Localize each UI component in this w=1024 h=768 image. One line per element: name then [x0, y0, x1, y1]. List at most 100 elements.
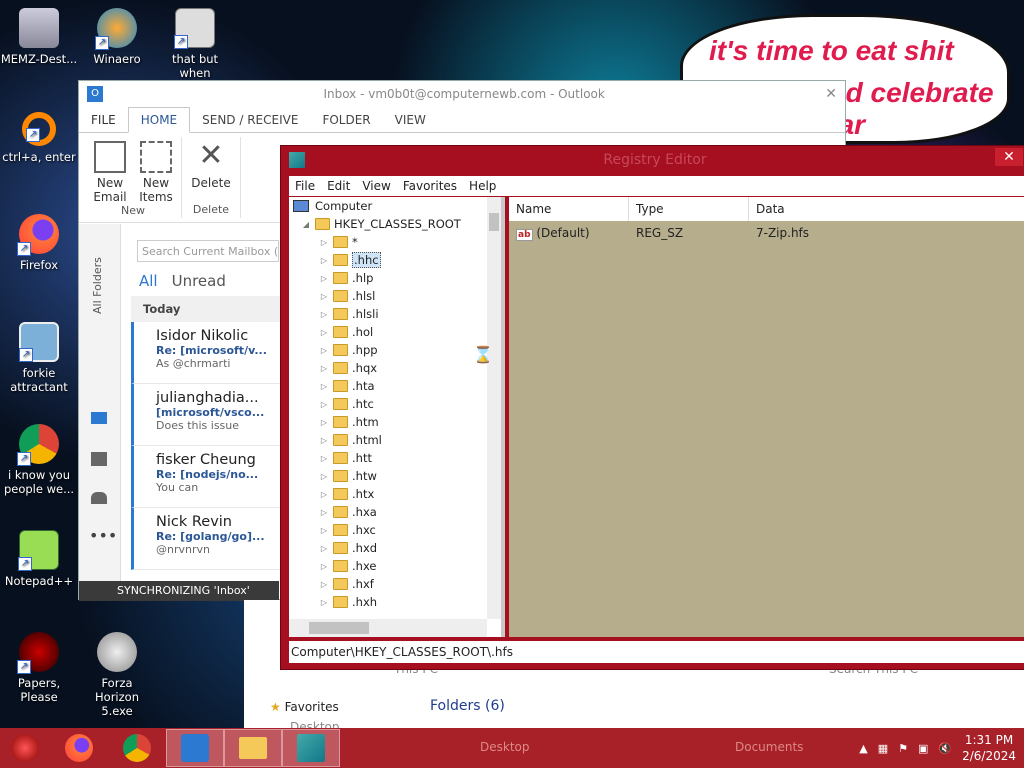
vertical-scrollbar[interactable] [487, 197, 501, 619]
desktop-icon-papers-please[interactable]: ↗ Papers, Please [0, 632, 78, 704]
menu-view[interactable]: View [356, 176, 396, 196]
tree-key[interactable]: ▷ .htw [289, 467, 501, 485]
col-data[interactable]: Data [749, 197, 1024, 221]
delete-button[interactable]: ✕ Delete [186, 137, 236, 203]
people-icon[interactable] [91, 492, 107, 504]
close-icon[interactable]: ✕ [825, 86, 837, 102]
expand-icon[interactable]: ▷ [319, 436, 329, 445]
tree-hive[interactable]: ◢ HKEY_CLASSES_ROOT [289, 215, 501, 233]
tree-key[interactable]: ▷ .hxa [289, 503, 501, 521]
new-email-button[interactable]: New Email [89, 137, 131, 204]
more-icon[interactable]: ••• [89, 526, 117, 545]
expand-icon[interactable]: ▷ [319, 364, 329, 373]
tab-send-receive[interactable]: SEND / RECEIVE [190, 107, 310, 132]
mail-icon[interactable] [91, 412, 107, 424]
value-row[interactable]: ab (Default) REG_SZ 7-Zip.hfs [509, 221, 1024, 241]
expand-icon[interactable]: ▷ [319, 490, 329, 499]
collapse-icon[interactable]: ◢ [301, 220, 311, 229]
desktop-icon-notepad-plus[interactable]: ↗ Notepad++ [0, 530, 78, 588]
expand-icon[interactable]: ▷ [319, 238, 329, 247]
tree-key[interactable]: ▷ .htc [289, 395, 501, 413]
tree-key[interactable]: ▷ .hol [289, 323, 501, 341]
tree-key[interactable]: ▷ .hxf [289, 575, 501, 593]
mail-item[interactable]: julianghadia... [microsoft/vsco... Does … [131, 384, 281, 446]
taskbar-firefox[interactable] [50, 729, 108, 767]
expand-icon[interactable]: ▷ [319, 562, 329, 571]
desktop-icon-i-know-you[interactable]: ↗ i know you people we... [0, 424, 78, 496]
action-center-icon[interactable]: ⚑ [898, 742, 908, 755]
desktop-icon-winaero[interactable]: ↗ Winaero [78, 8, 156, 66]
expand-icon[interactable]: ▷ [319, 346, 329, 355]
registry-tree[interactable]: Computer ◢ HKEY_CLASSES_ROOT ▷ * ▷ .hhc ▷ .hl… [289, 197, 505, 637]
tab-view[interactable]: VIEW [383, 107, 438, 132]
filter-unread[interactable]: Unread [172, 272, 226, 290]
start-button[interactable] [0, 729, 50, 767]
values-pane[interactable]: Name Type Data ab (Default) REG_SZ 7-Zip… [473, 197, 1024, 637]
desktop-icon-that-but-when[interactable]: ↗ that but when [156, 8, 234, 80]
tree-key[interactable]: ▷ .html [289, 431, 501, 449]
group-header-today[interactable]: Today [131, 296, 281, 322]
taskbar-regedit[interactable] [282, 729, 340, 767]
menu-favorites[interactable]: Favorites [397, 176, 463, 196]
col-type[interactable]: Type [629, 197, 749, 221]
show-hidden-icons-icon[interactable]: ▲ [859, 742, 867, 755]
tree-key[interactable]: ▷ .hpp [289, 341, 501, 359]
expand-icon[interactable]: ▷ [319, 598, 329, 607]
filter-all[interactable]: All [139, 272, 158, 290]
desktop-icon-forkie[interactable]: ↗ forkie attractant [0, 322, 78, 394]
tree-key[interactable]: ▷ .hhc [289, 251, 501, 269]
expand-icon[interactable]: ▷ [319, 526, 329, 535]
menu-help[interactable]: Help [463, 176, 502, 196]
tree-key[interactable]: ▷ .hlsli [289, 305, 501, 323]
expand-icon[interactable]: ▷ [319, 472, 329, 481]
taskbar-explorer[interactable] [224, 729, 282, 767]
taskbar-chrome[interactable] [108, 729, 166, 767]
col-name[interactable]: Name [509, 197, 629, 221]
search-input[interactable]: Search Current Mailbox (Ct [137, 240, 279, 262]
menu-file[interactable]: File [289, 176, 321, 196]
tab-home[interactable]: HOME [127, 107, 191, 133]
expand-icon[interactable]: ▷ [319, 382, 329, 391]
expand-icon[interactable]: ▷ [319, 274, 329, 283]
clock[interactable]: 1:31 PM 2/6/2024 [962, 732, 1016, 764]
tree-key[interactable]: ▷ .htm [289, 413, 501, 431]
taskbar-outlook[interactable] [166, 729, 224, 767]
mail-item[interactable]: fisker Cheung Re: [nodejs/no... You can [131, 446, 281, 508]
tree-key[interactable]: ▷ .hxe [289, 557, 501, 575]
new-items-button[interactable]: New Items [135, 137, 177, 204]
desktop-icon-firefox[interactable]: ↗ Firefox [0, 214, 78, 272]
network-icon[interactable]: ▦ [878, 742, 888, 755]
tree-key[interactable]: ▷ .htx [289, 485, 501, 503]
calendar-icon[interactable] [91, 452, 107, 466]
expand-icon[interactable]: ▷ [319, 292, 329, 301]
all-folders-label[interactable]: All Folders [91, 244, 104, 314]
expand-icon[interactable]: ▷ [319, 256, 329, 265]
registry-editor-window[interactable]: Registry Editor ✕ File Edit View Favorit… [280, 145, 1024, 670]
expand-icon[interactable]: ▷ [319, 580, 329, 589]
expand-icon[interactable]: ▷ [319, 544, 329, 553]
desktop-icon-forza[interactable]: Forza Horizon 5.exe [78, 632, 156, 718]
expand-icon[interactable]: ▷ [319, 418, 329, 427]
mail-item[interactable]: Nick Revin Re: [golang/go]... @nrvnrvn [131, 508, 281, 570]
display-icon[interactable]: ▣ [918, 742, 928, 755]
expand-icon[interactable]: ▷ [319, 328, 329, 337]
tree-key[interactable]: ▷ * [289, 233, 501, 251]
horizontal-scrollbar[interactable] [289, 619, 487, 637]
expand-icon[interactable]: ▷ [319, 454, 329, 463]
desktop-icon-memz[interactable]: MEMZ-Dest... [0, 8, 78, 66]
tree-key[interactable]: ▷ .hxc [289, 521, 501, 539]
tree-root[interactable]: Computer [289, 197, 501, 215]
nav-favorites[interactable]: ★ Favorites [270, 700, 339, 714]
tree-key[interactable]: ▷ .htt [289, 449, 501, 467]
tree-key[interactable]: ▷ .hlsl [289, 287, 501, 305]
mail-item[interactable]: Isidor Nikolic Re: [microsoft/v... As @c… [131, 322, 281, 384]
tree-key[interactable]: ▷ .hta [289, 377, 501, 395]
tree-key[interactable]: ▷ .hlp [289, 269, 501, 287]
tree-key[interactable]: ▷ .hxd [289, 539, 501, 557]
tree-key[interactable]: ▷ .hxh [289, 593, 501, 611]
tree-key[interactable]: ▷ .hqx [289, 359, 501, 377]
volume-muted-icon[interactable]: 🔇 [938, 742, 952, 755]
expand-icon[interactable]: ▷ [319, 508, 329, 517]
tab-file[interactable]: FILE [79, 107, 128, 132]
close-button[interactable]: ✕ [995, 148, 1023, 166]
